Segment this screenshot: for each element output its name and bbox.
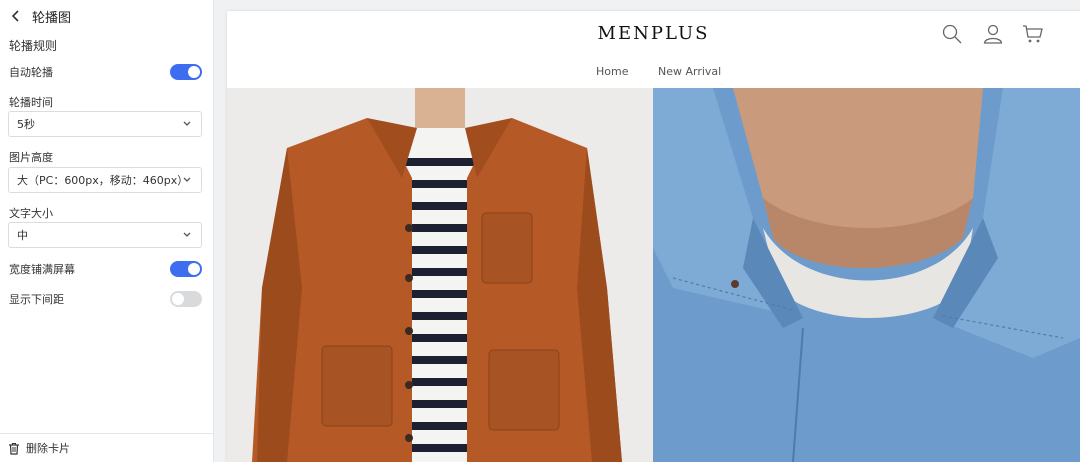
bottom-spacing-toggle[interactable] [170,291,202,307]
chevron-down-icon [183,121,191,126]
section-title: 轮播规则 [9,39,58,53]
toggle-knob [188,66,200,78]
height-label: 图片高度 [9,151,53,164]
height-value: 大（PC：600px，移动：460px） [17,174,189,187]
back-icon[interactable] [8,8,24,24]
panel-header: 轮播图 [0,0,214,32]
interval-label: 轮播时间 [9,96,53,109]
cart-icon[interactable] [1022,23,1044,45]
font-size-select[interactable]: 中 [8,222,202,248]
interval-value: 5秒 [17,118,35,131]
full-width-toggle[interactable] [170,261,202,277]
font-size-value: 中 [17,229,28,242]
interval-select[interactable]: 5秒 [8,111,202,137]
settings-panel: 轮播图 轮播规则 自动轮播 轮播时间 5秒 图片高度 大（PC：600px，移动… [0,0,214,462]
delete-card-button[interactable]: 删除卡片 [0,433,214,462]
trash-icon [9,442,19,455]
chevron-down-icon [183,232,191,237]
editor-screen: 轮播图 轮播规则 自动轮播 轮播时间 5秒 图片高度 大（PC：600px，移动… [0,0,1080,462]
account-icon[interactable] [982,23,1004,45]
height-select[interactable]: 大（PC：600px，移动：460px） [8,167,202,193]
denim-shirt-photo [653,88,1080,462]
panel-title: 轮播图 [32,10,72,26]
toggle-knob [172,293,184,305]
storefront-preview: MENPLUS Home New Arrival [227,11,1080,462]
bottom-spacing-label: 显示下间距 [9,293,64,306]
orange-jacket-photo [227,88,653,462]
nav-link-new-arrival[interactable]: New Arrival [658,65,721,78]
search-icon[interactable] [941,23,963,45]
full-width-label: 宽度铺满屏幕 [9,263,75,276]
toggle-knob [188,263,200,275]
autoplay-toggle[interactable] [170,64,202,80]
font-size-label: 文字大小 [9,207,53,220]
autoplay-label: 自动轮播 [9,66,53,79]
chevron-down-icon [183,177,191,182]
delete-card-label: 删除卡片 [26,442,70,455]
banner-image-denim-shirt [653,88,1080,462]
nav-link-home[interactable]: Home [596,65,628,78]
site-header: MENPLUS Home New Arrival [227,11,1080,88]
banner-image-orange-jacket [227,88,653,462]
